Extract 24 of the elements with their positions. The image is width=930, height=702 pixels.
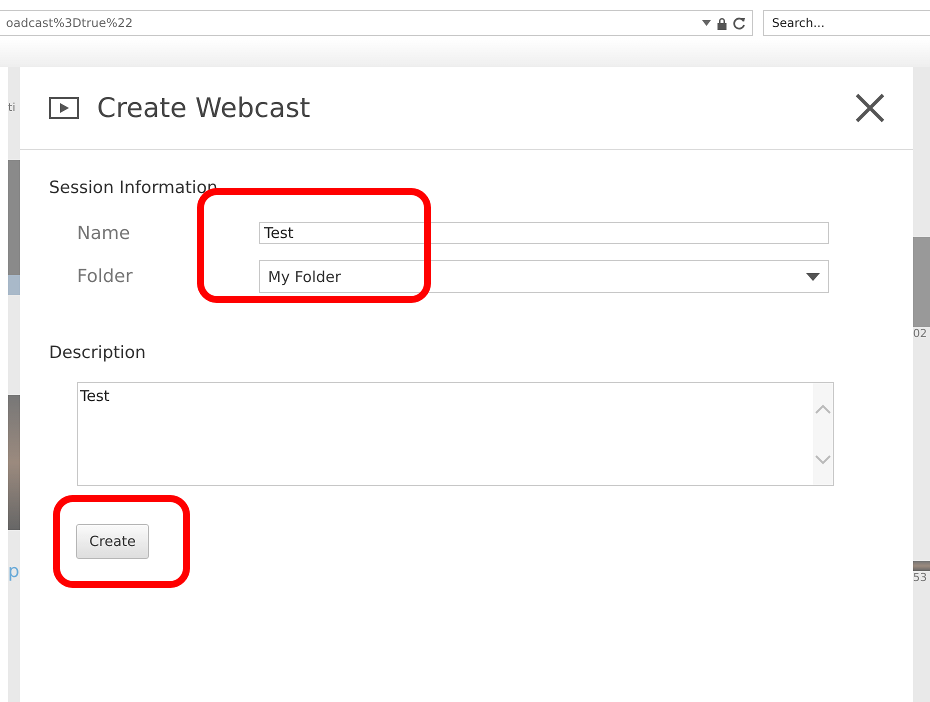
address-field[interactable]: oadcast%3Dtrue%22 <box>0 10 753 36</box>
caret-icon <box>806 272 820 280</box>
background-text: 02 <box>913 327 928 341</box>
dialog-title: Create Webcast <box>97 92 312 124</box>
field-label: Folder <box>77 266 134 287</box>
description-field[interactable]: Test <box>77 382 834 486</box>
video-icon <box>49 97 79 119</box>
lock-icon <box>716 16 728 30</box>
description-text: Test <box>79 386 111 407</box>
create-button[interactable]: Create <box>76 524 149 559</box>
search-field[interactable]: Search... <box>763 10 930 36</box>
dropdown-icon[interactable] <box>702 20 711 26</box>
field-label: Name <box>77 222 132 244</box>
name-field[interactable]: Test <box>259 222 829 244</box>
background-panel <box>913 561 930 571</box>
address-text: oadcast%3Dtrue%22 <box>5 16 134 30</box>
reload-icon[interactable] <box>733 16 746 30</box>
section-heading: Session Information <box>49 178 219 200</box>
background-text: p <box>8 565 20 579</box>
section-heading: Description <box>49 343 147 365</box>
close-icon[interactable] <box>855 93 885 123</box>
background-text: ti <box>8 101 16 115</box>
folder-dropdown[interactable]: My Folder <box>259 260 829 293</box>
background-text: 53 <box>913 571 928 585</box>
